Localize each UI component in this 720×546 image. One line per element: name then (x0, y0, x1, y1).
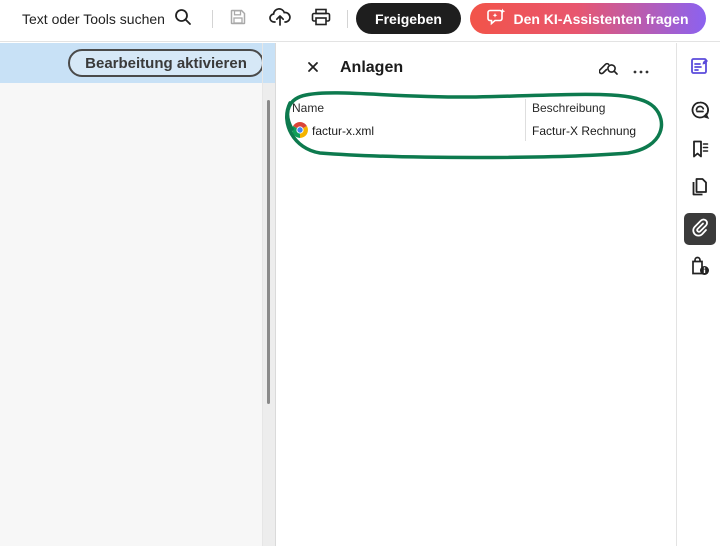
rail-comment[interactable] (684, 96, 716, 128)
table-header: Name Beschreibung (284, 99, 666, 141)
column-header-description[interactable]: Beschreibung (532, 101, 605, 115)
document-viewer[interactable]: Bearbeitung aktivieren (0, 43, 276, 546)
chrome-file-icon (292, 122, 308, 138)
attachment-search-button[interactable] (596, 57, 622, 83)
print-icon (311, 8, 331, 31)
column-header-name[interactable]: Name (292, 101, 324, 115)
close-panel-button[interactable] (302, 58, 324, 80)
ai-assistant-icon (487, 7, 507, 30)
bookmark-icon (690, 139, 710, 164)
tool-search-button[interactable]: Text oder Tools suchen (14, 6, 200, 32)
attachment-search-icon (598, 59, 619, 82)
security-icon (690, 256, 710, 281)
rail-pages[interactable] (684, 173, 716, 205)
acrobat-window: Text oder Tools suchen Freigeben Den KI-… (0, 0, 720, 546)
document-scroll-track (262, 43, 277, 546)
toolbar-separator (212, 10, 213, 28)
search-icon (174, 8, 192, 31)
comment-icon (690, 100, 710, 125)
attachment-icon (690, 217, 710, 242)
right-tool-rail (676, 43, 720, 546)
ai-assistant-label: Den KI-Assistenten fragen (513, 10, 689, 27)
rail-attachments[interactable] (684, 213, 716, 245)
rail-bookmarks[interactable] (684, 135, 716, 167)
pages-icon (690, 177, 710, 202)
save-icon (229, 8, 247, 31)
save-button[interactable] (224, 6, 252, 32)
rail-security[interactable] (684, 252, 716, 284)
panel-title: Anlagen (340, 59, 404, 76)
enable-editing-button[interactable]: Bearbeitung aktivieren (68, 49, 264, 77)
document-scrollbar[interactable] (267, 100, 270, 404)
share-button[interactable]: Freigeben (356, 3, 461, 34)
more-icon (633, 61, 649, 79)
upload-cloud-icon (269, 7, 291, 32)
toolbar-separator (347, 10, 348, 28)
close-icon (307, 60, 319, 78)
attachments-table: Name Beschreibung factur-x.xml Factur-X … (284, 99, 666, 143)
attachment-description: Factur-X Rechnung (532, 124, 637, 138)
ai-assistant-button[interactable]: Den KI-Assistenten fragen (470, 3, 706, 34)
edit-banner: Bearbeitung aktivieren (0, 43, 276, 83)
attachment-name: factur-x.xml (312, 124, 375, 138)
attachments-panel: Anlagen Name Beschreibung factur-x.xml F… (276, 43, 676, 546)
top-toolbar: Text oder Tools suchen Freigeben Den KI-… (0, 0, 720, 42)
print-button[interactable] (307, 6, 335, 32)
tool-search-label: Text oder Tools suchen (22, 11, 165, 27)
rail-edit-pdf[interactable] (684, 52, 716, 84)
table-row[interactable]: factur-x.xml Factur-X Rechnung (284, 119, 666, 143)
edit-pdf-icon (690, 56, 710, 81)
more-options-button[interactable] (628, 57, 654, 83)
upload-button[interactable] (266, 6, 294, 32)
